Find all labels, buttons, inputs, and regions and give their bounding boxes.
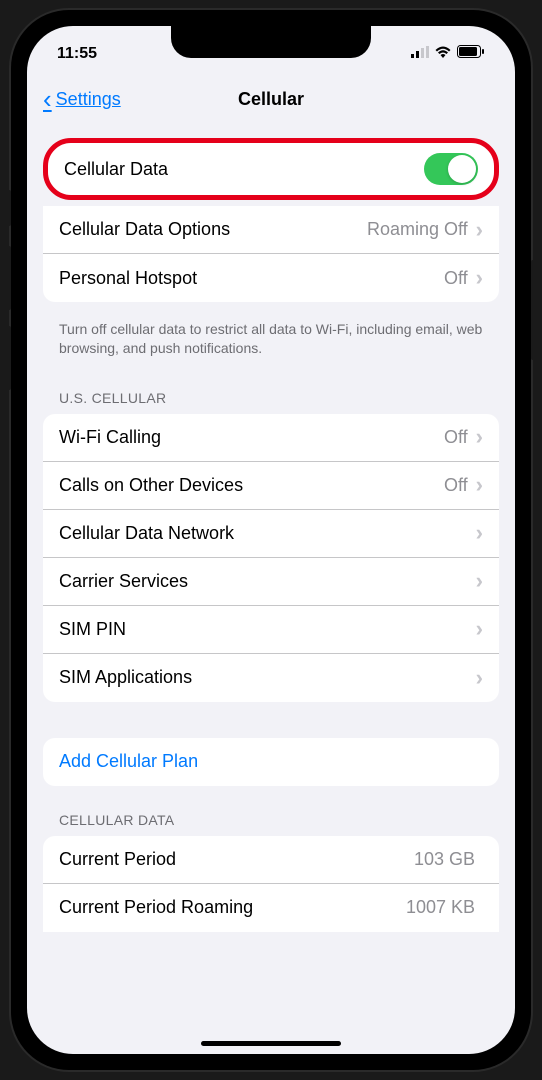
row-label: Calls on Other Devices (59, 475, 444, 496)
row-label: Cellular Data Options (59, 219, 367, 240)
carrier-group: Wi-Fi Calling Off › Calls on Other Devic… (43, 414, 499, 702)
cellular-data-toggle[interactable] (424, 153, 478, 185)
power-button (531, 260, 535, 360)
status-time: 11:55 (57, 45, 97, 63)
row-value: 103 GB (414, 849, 475, 870)
personal-hotspot-row[interactable]: Personal Hotspot Off › (43, 254, 499, 302)
nav-bar: ‹ Settings Cellular (27, 74, 515, 124)
screen: 11:55 ‹ Settings Cellular (27, 26, 515, 1054)
cellular-signal-icon (411, 45, 429, 63)
row-label: SIM PIN (59, 619, 476, 640)
add-plan-group: Add Cellular Plan (43, 738, 499, 786)
chevron-right-icon: › (476, 520, 483, 546)
calls-other-devices-row[interactable]: Calls on Other Devices Off › (43, 462, 499, 510)
current-period-roaming-row[interactable]: Current Period Roaming 1007 KB (43, 884, 499, 932)
back-button[interactable]: ‹ Settings (43, 84, 121, 115)
volume-up-button (7, 246, 11, 310)
cellular-data-row[interactable]: Cellular Data (48, 143, 494, 195)
chevron-right-icon: › (476, 568, 483, 594)
cellular-data-network-row[interactable]: Cellular Data Network › (43, 510, 499, 558)
chevron-right-icon: › (476, 665, 483, 691)
carrier-services-row[interactable]: Carrier Services › (43, 558, 499, 606)
sim-pin-row[interactable]: SIM PIN › (43, 606, 499, 654)
cellular-data-label: Cellular Data (64, 159, 424, 180)
row-label: SIM Applications (59, 667, 476, 688)
usage-group: Current Period 103 GB Current Period Roa… (43, 836, 499, 932)
row-value: Off (444, 268, 468, 289)
add-plan-label: Add Cellular Plan (59, 751, 483, 772)
chevron-right-icon: › (476, 217, 483, 243)
chevron-right-icon: › (476, 616, 483, 642)
chevron-right-icon: › (476, 472, 483, 498)
row-label: Cellular Data Network (59, 523, 476, 544)
row-label: Personal Hotspot (59, 268, 444, 289)
volume-down-button (7, 326, 11, 390)
highlight-annotation: Cellular Data (43, 138, 499, 200)
group-footer: Turn off cellular data to restrict all d… (27, 314, 515, 376)
cellular-data-options-row[interactable]: Cellular Data Options Roaming Off › (43, 206, 499, 254)
chevron-left-icon: ‹ (43, 84, 52, 115)
back-label: Settings (56, 89, 121, 110)
current-period-row[interactable]: Current Period 103 GB (43, 836, 499, 884)
cellular-settings-group: Cellular Data Options Roaming Off › Pers… (43, 206, 499, 302)
row-value: 1007 KB (406, 897, 475, 918)
phone-frame: 11:55 ‹ Settings Cellular (11, 10, 531, 1070)
row-label: Current Period (59, 849, 414, 870)
carrier-section-header: U.S. CELLULAR (27, 376, 515, 414)
sim-applications-row[interactable]: SIM Applications › (43, 654, 499, 702)
wifi-calling-row[interactable]: Wi-Fi Calling Off › (43, 414, 499, 462)
wifi-icon (434, 45, 452, 63)
battery-icon (457, 45, 485, 63)
row-label: Carrier Services (59, 571, 476, 592)
row-value: Roaming Off (367, 219, 468, 240)
row-label: Wi-Fi Calling (59, 427, 444, 448)
chevron-right-icon: › (476, 424, 483, 450)
page-title: Cellular (238, 89, 304, 110)
mute-switch (7, 190, 11, 226)
row-value: Off (444, 427, 468, 448)
add-cellular-plan-row[interactable]: Add Cellular Plan (43, 738, 499, 786)
usage-section-header: CELLULAR DATA (27, 798, 515, 836)
chevron-right-icon: › (476, 265, 483, 291)
home-indicator[interactable] (201, 1041, 341, 1046)
row-label: Current Period Roaming (59, 897, 406, 918)
content[interactable]: Cellular Data Cellular Data Options Roam… (27, 124, 515, 932)
notch (171, 26, 371, 58)
row-value: Off (444, 475, 468, 496)
